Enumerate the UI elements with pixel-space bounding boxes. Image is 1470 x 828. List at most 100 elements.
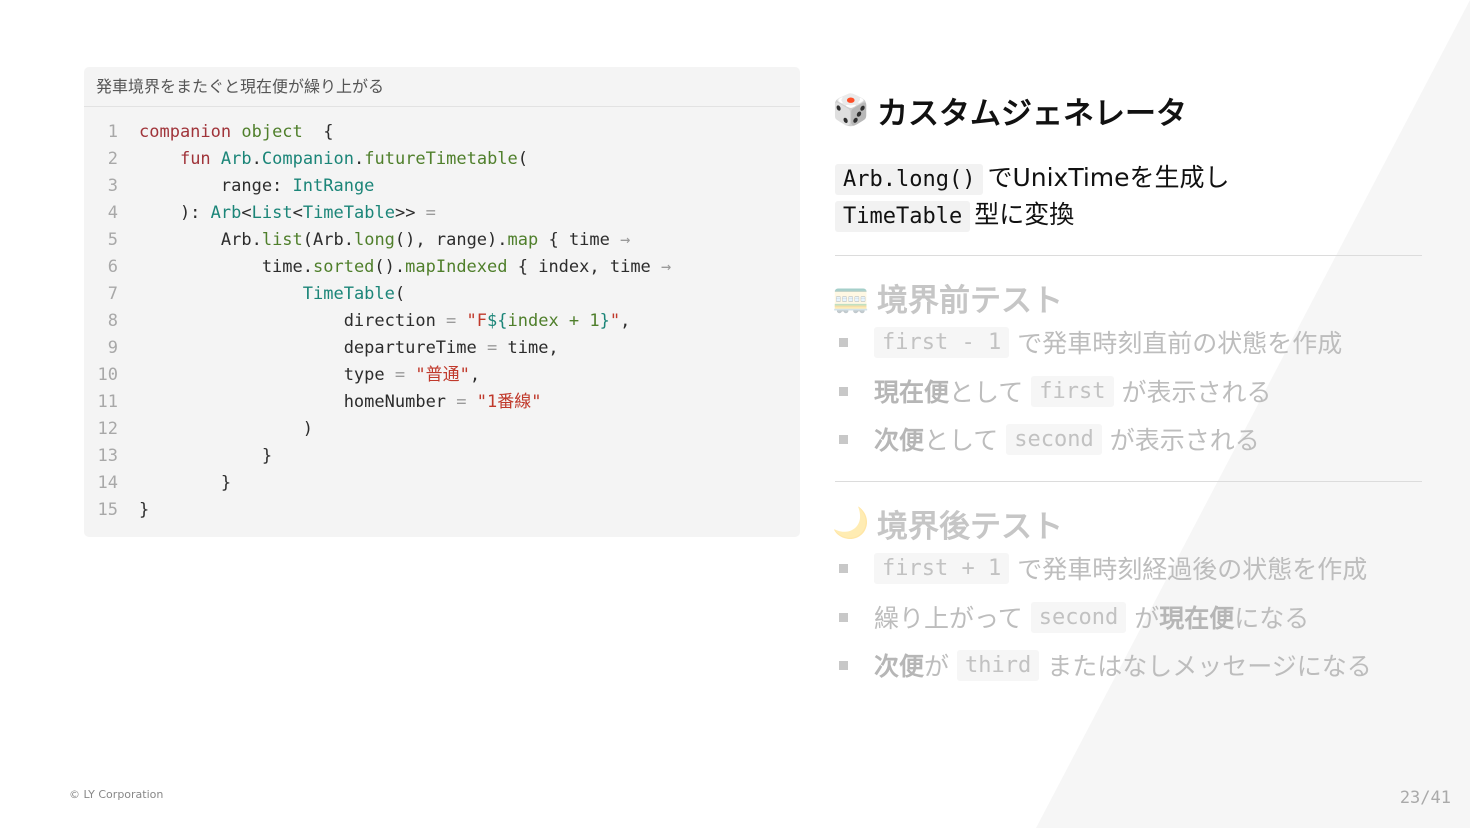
code-token: =: [394, 365, 406, 385]
code-block: 発車境界をまたぐと現在便が繰り上がる 1 companion object {2 …: [84, 67, 800, 537]
code-line: 2 fun Arb.Companion.futureTimetable(: [84, 146, 800, 173]
line-number: 15: [97, 500, 118, 520]
list-item: 次便 として second が表示される: [835, 421, 1260, 457]
code-line: 14 }: [84, 470, 800, 497]
code-token: }: [139, 446, 273, 466]
code-token: =: [487, 338, 498, 358]
line-number: 2: [107, 149, 118, 169]
code-token: ${: [487, 311, 508, 331]
heading-custom-generator: 🎲 カスタムジェネレータ: [832, 93, 1187, 132]
code-line: 7 TimeTable(: [84, 281, 800, 308]
code-token: (: [517, 149, 529, 169]
divider: [835, 255, 1422, 256]
code-token: IntRange: [292, 176, 375, 196]
code-token: (: [394, 284, 406, 304]
code-token: ):: [139, 203, 211, 223]
description-line-2: TimeTable 型に変換: [835, 195, 1074, 232]
code-token: Companion: [261, 149, 354, 169]
code-token: "1番線": [466, 392, 542, 412]
code-line: 9 departureTime = time,: [84, 335, 800, 362]
code-token: ": [609, 311, 621, 331]
inline-code: Arb.long(): [835, 164, 984, 195]
line-number: 1: [107, 122, 118, 142]
code-token: type: [139, 365, 395, 385]
code-token: ().: [374, 257, 406, 277]
code-caption: 発車境界をまたぐと現在便が繰り上がる: [84, 67, 800, 107]
code-line: 15}: [84, 497, 800, 524]
code-token: <: [241, 203, 252, 223]
code-lines: 1 companion object {2 fun Arb.Companion.f…: [84, 119, 800, 524]
list-item: first + 1 で発車時刻経過後の状態を作成: [835, 550, 1367, 586]
die-icon: 🎲: [832, 93, 870, 128]
bullet-icon: [839, 434, 848, 444]
code-token: { time: [538, 230, 621, 250]
code-token: range:: [139, 176, 293, 196]
code-token: Arb: [220, 149, 252, 169]
code-token: futureTimetable: [364, 149, 518, 169]
line-number: 6: [107, 257, 118, 277]
divider: [835, 481, 1422, 482]
code-token: fun: [179, 149, 221, 169]
line-number: 13: [97, 446, 118, 466]
code-token: homeNumber: [139, 392, 457, 412]
heading-after-test: 🌙 境界後テスト: [832, 506, 1063, 545]
page-number: 23/41: [1399, 788, 1451, 808]
code-token: ,: [620, 311, 631, 331]
code-token: object: [241, 122, 303, 142]
code-line: 12 ): [84, 416, 800, 443]
code-token: Arb.: [139, 230, 262, 250]
line-number: 5: [107, 230, 118, 250]
code-token: .: [251, 149, 262, 169]
code-token: List: [251, 203, 293, 223]
description-line-1: Arb.long() でUnixTimeを生成し: [835, 158, 1230, 195]
bullet-icon: [839, 563, 848, 573]
heading-before-test: 🚃 境界前テスト: [832, 280, 1063, 319]
code-line: 1 companion object {: [84, 119, 800, 146]
code-token: }: [139, 500, 150, 520]
bullet-icon: [839, 386, 848, 396]
line-number: 9: [107, 338, 118, 358]
list-item: 現在便 として first が表示される: [835, 373, 1272, 409]
code-token: "F: [456, 311, 488, 331]
line-number: 7: [107, 284, 118, 304]
code-line: 13 }: [84, 443, 800, 470]
code-token: TimeTable: [302, 284, 395, 304]
code-token: "普通": [405, 365, 470, 385]
line-number: 8: [107, 311, 118, 331]
code-token: time.: [139, 257, 313, 277]
code-line: 3 range: IntRange: [84, 173, 800, 200]
line-number: 14: [97, 473, 118, 493]
train-icon: 🚃: [832, 280, 870, 315]
code-token: <: [292, 203, 303, 223]
code-token: companion: [139, 122, 242, 142]
code-token: TimeTable: [302, 203, 395, 223]
code-token: (Arb.: [302, 230, 354, 250]
code-line: 8 direction = "F${index + 1}",: [84, 308, 800, 335]
bullet-icon: [839, 337, 848, 347]
code-token: .: [354, 149, 365, 169]
code-line: 11 homeNumber = "1番線": [84, 389, 800, 416]
code-token: }: [139, 473, 232, 493]
code-token: =: [456, 392, 467, 412]
bullet-icon: [839, 660, 848, 670]
code-token: mapIndexed: [405, 257, 508, 277]
code-token: >>: [394, 203, 416, 223]
code-token: ,: [469, 365, 481, 385]
code-token: →: [620, 230, 631, 250]
code-line: 4 ): Arb<List<TimeTable>> =: [84, 200, 800, 227]
line-number: 10: [97, 365, 118, 385]
line-number: 3: [107, 176, 118, 196]
code-token: ): [139, 419, 313, 439]
code-token: long: [353, 230, 395, 250]
code-token: index + 1: [507, 311, 600, 331]
code-token: →: [661, 257, 672, 277]
code-token: sorted: [313, 257, 375, 277]
code-token: =: [446, 311, 457, 331]
code-token: { index, time: [507, 257, 662, 277]
code-token: {: [302, 122, 334, 142]
code-token: Arb: [210, 203, 242, 223]
code-line: 6 time.sorted().mapIndexed { index, time…: [84, 254, 800, 281]
list-item: first - 1 で発車時刻直前の状態を作成: [835, 324, 1342, 360]
